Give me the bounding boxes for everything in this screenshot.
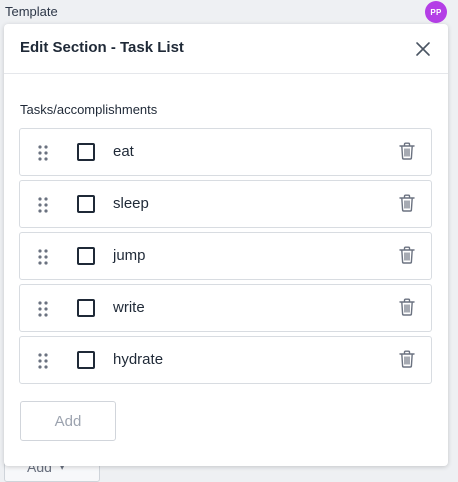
task-checkbox[interactable]	[77, 143, 95, 161]
page-title: Template	[5, 4, 58, 19]
task-row: eat	[19, 128, 432, 176]
delete-task-button[interactable]	[399, 350, 415, 368]
trash-icon	[399, 142, 415, 160]
trash-icon	[399, 350, 415, 368]
close-button[interactable]	[414, 40, 432, 58]
drag-handle[interactable]	[38, 249, 48, 265]
drag-handle[interactable]	[38, 145, 48, 161]
delete-task-button[interactable]	[399, 246, 415, 264]
drag-handle[interactable]	[38, 353, 48, 369]
task-checkbox[interactable]	[77, 299, 95, 317]
drag-handle[interactable]	[38, 301, 48, 317]
drag-handle-icon	[38, 197, 48, 213]
close-icon	[416, 42, 430, 56]
task-label: sleep	[113, 195, 149, 212]
drag-handle-icon	[38, 301, 48, 317]
task-checkbox[interactable]	[77, 247, 95, 265]
delete-task-button[interactable]	[399, 142, 415, 160]
trash-icon	[399, 298, 415, 316]
modal-title: Edit Section - Task List	[20, 39, 184, 56]
drag-handle-icon	[38, 145, 48, 161]
task-row: jump	[19, 232, 432, 280]
task-row: write	[19, 284, 432, 332]
delete-task-button[interactable]	[399, 298, 415, 316]
section-label: Tasks/accomplishments	[20, 102, 158, 117]
edit-section-modal: Edit Section - Task List Tasks/accomplis…	[4, 24, 448, 466]
task-list: eat sleep jump write hydrate	[19, 128, 432, 388]
task-row: sleep	[19, 180, 432, 228]
task-label: write	[113, 299, 145, 316]
trash-icon	[399, 194, 415, 212]
drag-handle-icon	[38, 249, 48, 265]
task-label: hydrate	[113, 351, 164, 368]
task-checkbox[interactable]	[77, 351, 95, 369]
trash-icon	[399, 246, 415, 264]
task-label: eat	[113, 143, 134, 160]
task-label: jump	[113, 247, 146, 264]
delete-task-button[interactable]	[399, 194, 415, 212]
add-task-button[interactable]: Add	[20, 401, 116, 441]
task-checkbox[interactable]	[77, 195, 95, 213]
page-header: Template PP	[0, 0, 458, 24]
avatar[interactable]: PP	[425, 1, 447, 23]
modal-header: Edit Section - Task List	[4, 24, 448, 74]
task-row: hydrate	[19, 336, 432, 384]
drag-handle-icon	[38, 353, 48, 369]
drag-handle[interactable]	[38, 197, 48, 213]
